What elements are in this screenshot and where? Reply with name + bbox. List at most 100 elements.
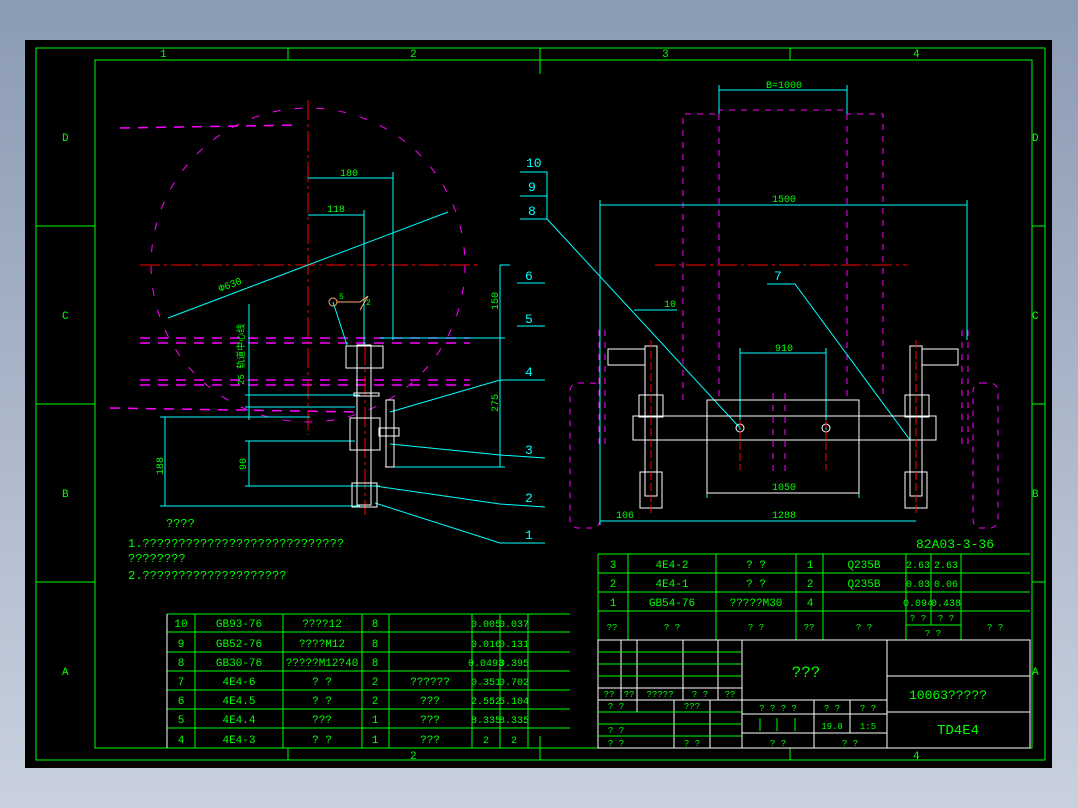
weld-leg: 5 [339,293,344,302]
dim-106: 106 [616,511,634,522]
parts-left-cell: ? ? [312,735,332,747]
parts-left-cell: 2.552 [471,697,501,708]
dim-150: 150 [491,292,502,310]
zone-right-b: B [1032,489,1039,501]
parts-left-cell: ? ? [312,677,332,689]
zone-bottom-4: 4 [913,751,920,763]
role-label-2: ??? [684,702,700,712]
parts-header-cell: ?? [607,623,618,633]
zone-left-a: A [62,667,69,679]
zone-top-4: 4 [913,49,920,61]
dim-180: 180 [340,169,358,180]
dim-b1000: B=1000 [766,81,802,92]
parts-header-cell: ? ? [987,623,1003,633]
parts-left-cell: 8 [178,658,185,670]
note-2: 2.???????????????????? [128,569,286,583]
role-label-5: ? ? [684,739,700,749]
side-view: 5 2 180 118 Φ630 150 275 188 90 25 轨道中心线… [109,100,546,544]
parts-header-cell: ? ? [938,614,954,624]
parts-right-cell: 2 [807,579,814,591]
parts-right-cell: ?????M30 [730,598,783,610]
sign-label-3: ????? [646,690,673,700]
parts-header-cell: ? ? [910,614,926,624]
parts-left-cell: 0.395 [499,659,529,670]
rail-centre-note: 25 轨道中心线 [235,324,247,385]
drawing-name: ??? [792,664,821,682]
sheet-number: ? ? [842,739,858,749]
balloon-5: 5 [525,312,533,327]
balloon-3: 3 [525,443,533,458]
zone-right-c: C [1032,311,1039,323]
outer-frame [35,47,1046,761]
balloon-9: 9 [528,180,536,195]
parts-left-cell: 4E4.4 [222,715,255,727]
parts-left-cell: ??? [312,715,332,727]
parts-left-cell: GB93-76 [216,619,262,631]
parts-left-cell: ? ? [312,696,332,708]
parts-left-cell: 4E4-3 [222,735,255,747]
zone-top-3: 3 [662,49,669,61]
zone-dividers [36,48,1045,760]
parts-left-cell: 2 [372,677,379,689]
zone-top-1: 1 [160,49,167,61]
parts-right-cell: 0.03 [906,580,930,591]
weld-count: 2 [366,299,371,308]
parts-left-cell: 0.131 [499,640,529,651]
parts-left-cell: 0.037 [499,620,529,631]
parts-left-cell: 8 [372,619,379,631]
parts-left-cell: 8 [372,639,379,651]
balloon-10: 10 [526,156,542,171]
parts-left-cell: 4E4.5 [222,696,255,708]
balloon-4: 4 [525,365,533,380]
parts-table-right-cells: 3 4E4-2 ? ? 1 Q235B 2.63 2.63 2 4E4-1 ? ? 2 Q235B 0.… [607,560,1004,639]
parts-right-cell: 3 [610,560,617,572]
role-label-1: ? ? [608,702,624,712]
parts-left-cell: 2 [372,696,379,708]
parts-left-cell: 4 [178,735,185,747]
parts-header-cell: ? ? [748,623,764,633]
scale-value: 1:5 [860,722,876,732]
parts-left-cell: 7 [178,677,185,689]
dim-phi630: Φ630 [217,277,243,296]
weight-value: 19.8 [821,722,843,732]
sign-label-1: ?? [604,690,615,700]
stage-label: ? ? ? ? [759,704,797,714]
parts-header-cell: ? ? [856,623,872,633]
parts-left-cell: GB52-76 [216,639,262,651]
weight-label: ? ? [824,704,840,714]
parts-right-cell: 0.094 [903,599,933,610]
organization: 10063????? [909,688,987,703]
parts-left-cell: 9 [178,639,185,651]
parts-left-cell: 4E4-6 [222,677,255,689]
note-1-cont: ???????? [128,552,186,566]
dim-188: 188 [156,457,167,475]
parts-left-cell: 2 [511,736,517,747]
parts-left-cell: ??? [420,715,440,727]
parts-right-cell: 2.63 [934,561,958,572]
parts-right-cell: ? ? [746,560,766,572]
sheet-count: ? ? [770,739,786,749]
parts-left-cell: ????M12 [299,639,345,651]
balloon-8: 8 [528,204,536,219]
parts-header-cell: ?? [804,623,815,633]
role-label-3: ? ? [608,726,624,736]
zone-left-c: C [62,311,69,323]
sign-label-5: ?? [725,690,736,700]
parts-right-cell: 4E4-2 [655,560,688,572]
parts-header-cell: ? ? [664,623,680,633]
dim-1050: 1050 [772,483,796,494]
parts-right-cell: 2.63 [906,561,930,572]
dim-118: 118 [327,205,345,216]
front-view: B=1000 1500 10 910 1050 106 1288 10 9 8 … [520,81,999,552]
parts-right-cell: 0.06 [934,580,958,591]
parts-right-cell: GB54-76 [649,598,695,610]
parts-left-cell: 0.005 [471,620,501,631]
parts-left-cell: 6 [178,696,185,708]
parts-right-cell: 4 [807,598,814,610]
parts-right-cell: 0.438 [931,599,961,610]
parts-left-cell: 8.335 [499,716,529,727]
scale-label: ? ? [860,704,876,714]
parts-right-cell: 1 [807,560,814,572]
drawing-code: TD4E4 [937,723,979,739]
parts-left-cell: ??? [420,735,440,747]
